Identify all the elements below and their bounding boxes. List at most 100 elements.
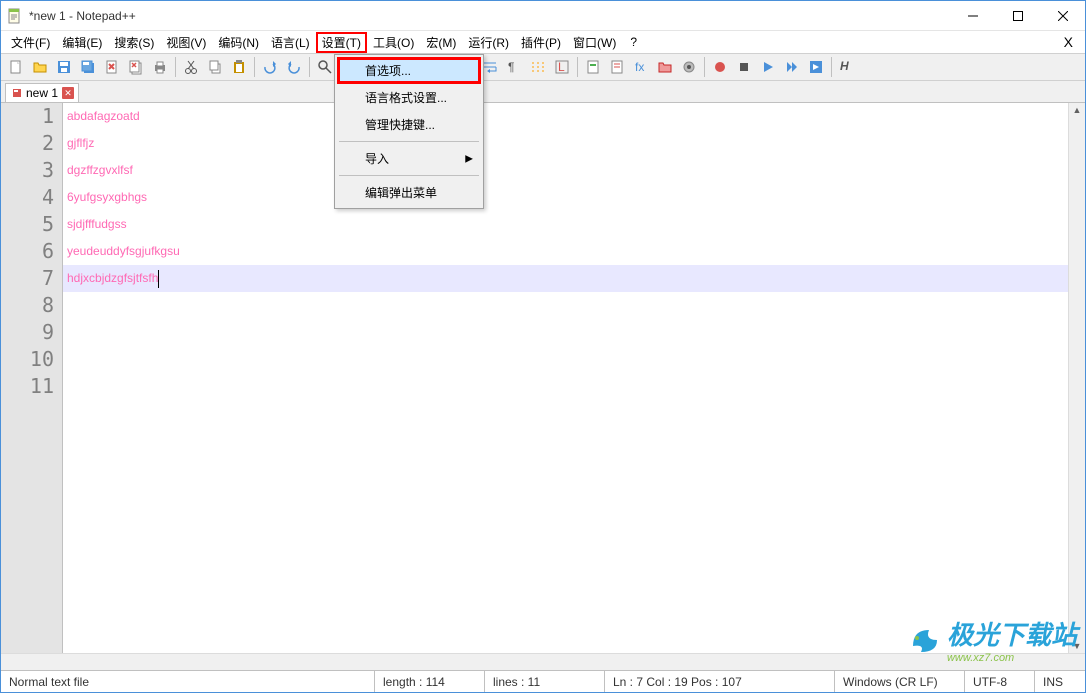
line-number: 2 [1,130,54,157]
func-list-icon[interactable]: fx [630,56,652,78]
vertical-scrollbar[interactable]: ▲ ▼ [1068,103,1085,653]
cut-icon[interactable] [180,56,202,78]
svg-text:fx: fx [635,60,644,74]
doc-map-icon[interactable] [582,56,604,78]
maximize-button[interactable] [995,1,1040,30]
close-file-icon[interactable] [101,56,123,78]
svg-text:H: H [840,59,849,73]
code-line[interactable]: gjflfjz [63,130,1068,157]
spellcheck-icon[interactable]: H [836,56,858,78]
line-number: 9 [1,319,54,346]
editor-area: 1234567891011 abdafagzoatdgjflfjzdgzffzg… [1,103,1085,653]
save-icon[interactable] [53,56,75,78]
play-macro-icon[interactable] [757,56,779,78]
menu-search[interactable]: 搜索(S) [108,32,160,53]
code-editor[interactable]: abdafagzoatdgjflfjzdgzffzgvxlfsf6yufgsyx… [63,103,1068,653]
menu-style-configurator[interactable]: 语言格式设置... [337,84,481,111]
titlebar: *new 1 - Notepad++ [1,1,1085,31]
find-icon[interactable] [314,56,336,78]
app-icon [7,8,23,24]
unsaved-icon [12,88,22,98]
horizontal-scrollbar[interactable] [1,653,1085,670]
menu-run[interactable]: 运行(R) [462,32,515,53]
line-number: 11 [1,373,54,400]
scroll-up-icon[interactable]: ▲ [1069,103,1085,117]
close-all-icon[interactable] [125,56,147,78]
menu-separator [339,141,479,142]
monitor-icon[interactable] [678,56,700,78]
print-icon[interactable] [149,56,171,78]
menu-view[interactable]: 视图(V) [160,32,212,53]
code-line[interactable] [63,373,1068,400]
undo-icon[interactable] [259,56,281,78]
user-lang-icon[interactable]: L [551,56,573,78]
menu-settings[interactable]: 设置(T) [316,32,367,53]
menu-preferences[interactable]: 首选项... [337,57,481,84]
save-macro-icon[interactable] [805,56,827,78]
scroll-down-icon[interactable]: ▼ [1069,639,1085,653]
line-number: 7 [1,265,54,292]
menubar: 文件(F) 编辑(E) 搜索(S) 视图(V) 编码(N) 语言(L) 设置(T… [1,31,1085,53]
svg-text:L: L [558,60,565,74]
folder-workspace-icon[interactable] [654,56,676,78]
status-eol[interactable]: Windows (CR LF) [835,671,965,692]
indent-guide-icon[interactable] [527,56,549,78]
menu-separator [339,175,479,176]
menu-tools[interactable]: 工具(O) [367,32,420,53]
doc-list-icon[interactable] [606,56,628,78]
redo-icon[interactable] [283,56,305,78]
status-filetype: Normal text file [1,671,375,692]
code-line[interactable] [63,292,1068,319]
play-multi-icon[interactable] [781,56,803,78]
status-lines: lines : 11 [485,671,605,692]
line-number: 1 [1,103,54,130]
menu-help[interactable]: ? [622,33,645,51]
svg-text:¶: ¶ [508,60,514,74]
menu-window[interactable]: 窗口(W) [567,32,622,53]
new-file-icon[interactable] [5,56,27,78]
code-line[interactable]: dgzffzgvxlfsf [63,157,1068,184]
minimize-button[interactable] [950,1,995,30]
toolbar: ¶ L fx H [1,53,1085,81]
tab-new1[interactable]: new 1 ✕ [5,83,79,102]
code-line[interactable]: hdjxcbjdzgfsjtfsfh [63,265,1068,292]
code-line[interactable] [63,319,1068,346]
show-all-chars-icon[interactable]: ¶ [503,56,525,78]
menu-edit-popup[interactable]: 编辑弹出菜单 [337,179,481,206]
code-line[interactable]: yeudeuddyfsgjufkgsu [63,238,1068,265]
tab-close-icon[interactable]: ✕ [62,87,74,99]
menu-file[interactable]: 文件(F) [5,32,56,53]
window-title: *new 1 - Notepad++ [29,9,950,23]
code-line[interactable]: 6yufgsyxgbhgs [63,184,1068,211]
line-number-gutter: 1234567891011 [1,103,63,653]
code-line[interactable] [63,346,1068,373]
line-number: 5 [1,211,54,238]
copy-icon[interactable] [204,56,226,78]
stop-macro-icon[interactable] [733,56,755,78]
tabbar: new 1 ✕ [1,81,1085,103]
submenu-arrow-icon: ▶ [465,153,473,164]
status-insert-mode[interactable]: INS [1035,671,1085,692]
line-number: 4 [1,184,54,211]
menu-encoding[interactable]: 编码(N) [212,32,265,53]
menu-plugins[interactable]: 插件(P) [515,32,567,53]
menu-import[interactable]: 导入▶ [337,145,481,172]
save-all-icon[interactable] [77,56,99,78]
paste-icon[interactable] [228,56,250,78]
menubar-close-icon[interactable]: X [1056,34,1081,50]
status-position: Ln : 7 Col : 19 Pos : 107 [605,671,835,692]
menu-language[interactable]: 语言(L) [265,32,316,53]
menu-shortcut-mapper[interactable]: 管理快捷键... [337,111,481,138]
status-length: length : 114 [375,671,485,692]
menu-macro[interactable]: 宏(M) [420,32,462,53]
menu-edit[interactable]: 编辑(E) [56,32,108,53]
open-folder-icon[interactable] [29,56,51,78]
code-line[interactable]: abdafagzoatd [63,103,1068,130]
close-button[interactable] [1040,1,1085,30]
status-encoding[interactable]: UTF-8 [965,671,1035,692]
code-line[interactable]: sjdjfffudgss [63,211,1068,238]
line-number: 3 [1,157,54,184]
line-number: 10 [1,346,54,373]
record-macro-icon[interactable] [709,56,731,78]
tab-label: new 1 [26,86,58,100]
